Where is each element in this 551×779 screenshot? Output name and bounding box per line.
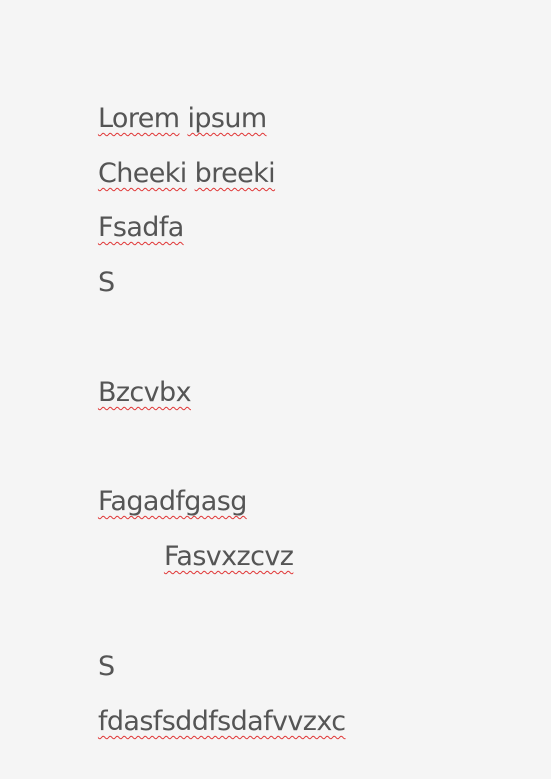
document-line-5[interactable]: Bzcvbx xyxy=(66,342,192,408)
document-line-7-indented[interactable]: Fasvxzcvz xyxy=(132,506,294,572)
document-word: S xyxy=(97,267,115,298)
document-line-6[interactable]: Fagadfgasg xyxy=(66,451,247,517)
misspelled-word[interactable]: Bzcvbx xyxy=(98,376,192,410)
document-line-8[interactable]: S xyxy=(66,616,115,682)
document-line-3[interactable]: Fsadfa xyxy=(66,177,184,243)
document-line-1[interactable]: Lorem ipsum xyxy=(66,68,267,134)
misspelled-word[interactable]: fdasfsddfsdafvvzxc xyxy=(98,705,346,739)
document-line-4[interactable]: S xyxy=(66,232,115,298)
misspelled-word[interactable]: breeki xyxy=(195,157,276,191)
document-line-2[interactable]: Cheeki breeki xyxy=(66,123,276,189)
document-line-9[interactable]: fdasfsddfsdafvvzxc xyxy=(66,671,346,737)
misspelled-word[interactable]: Fasvxzcvz xyxy=(164,540,294,574)
document-page[interactable]: Lorem ipsum Cheeki breeki Fsadfa S Bzcvb… xyxy=(0,0,551,779)
